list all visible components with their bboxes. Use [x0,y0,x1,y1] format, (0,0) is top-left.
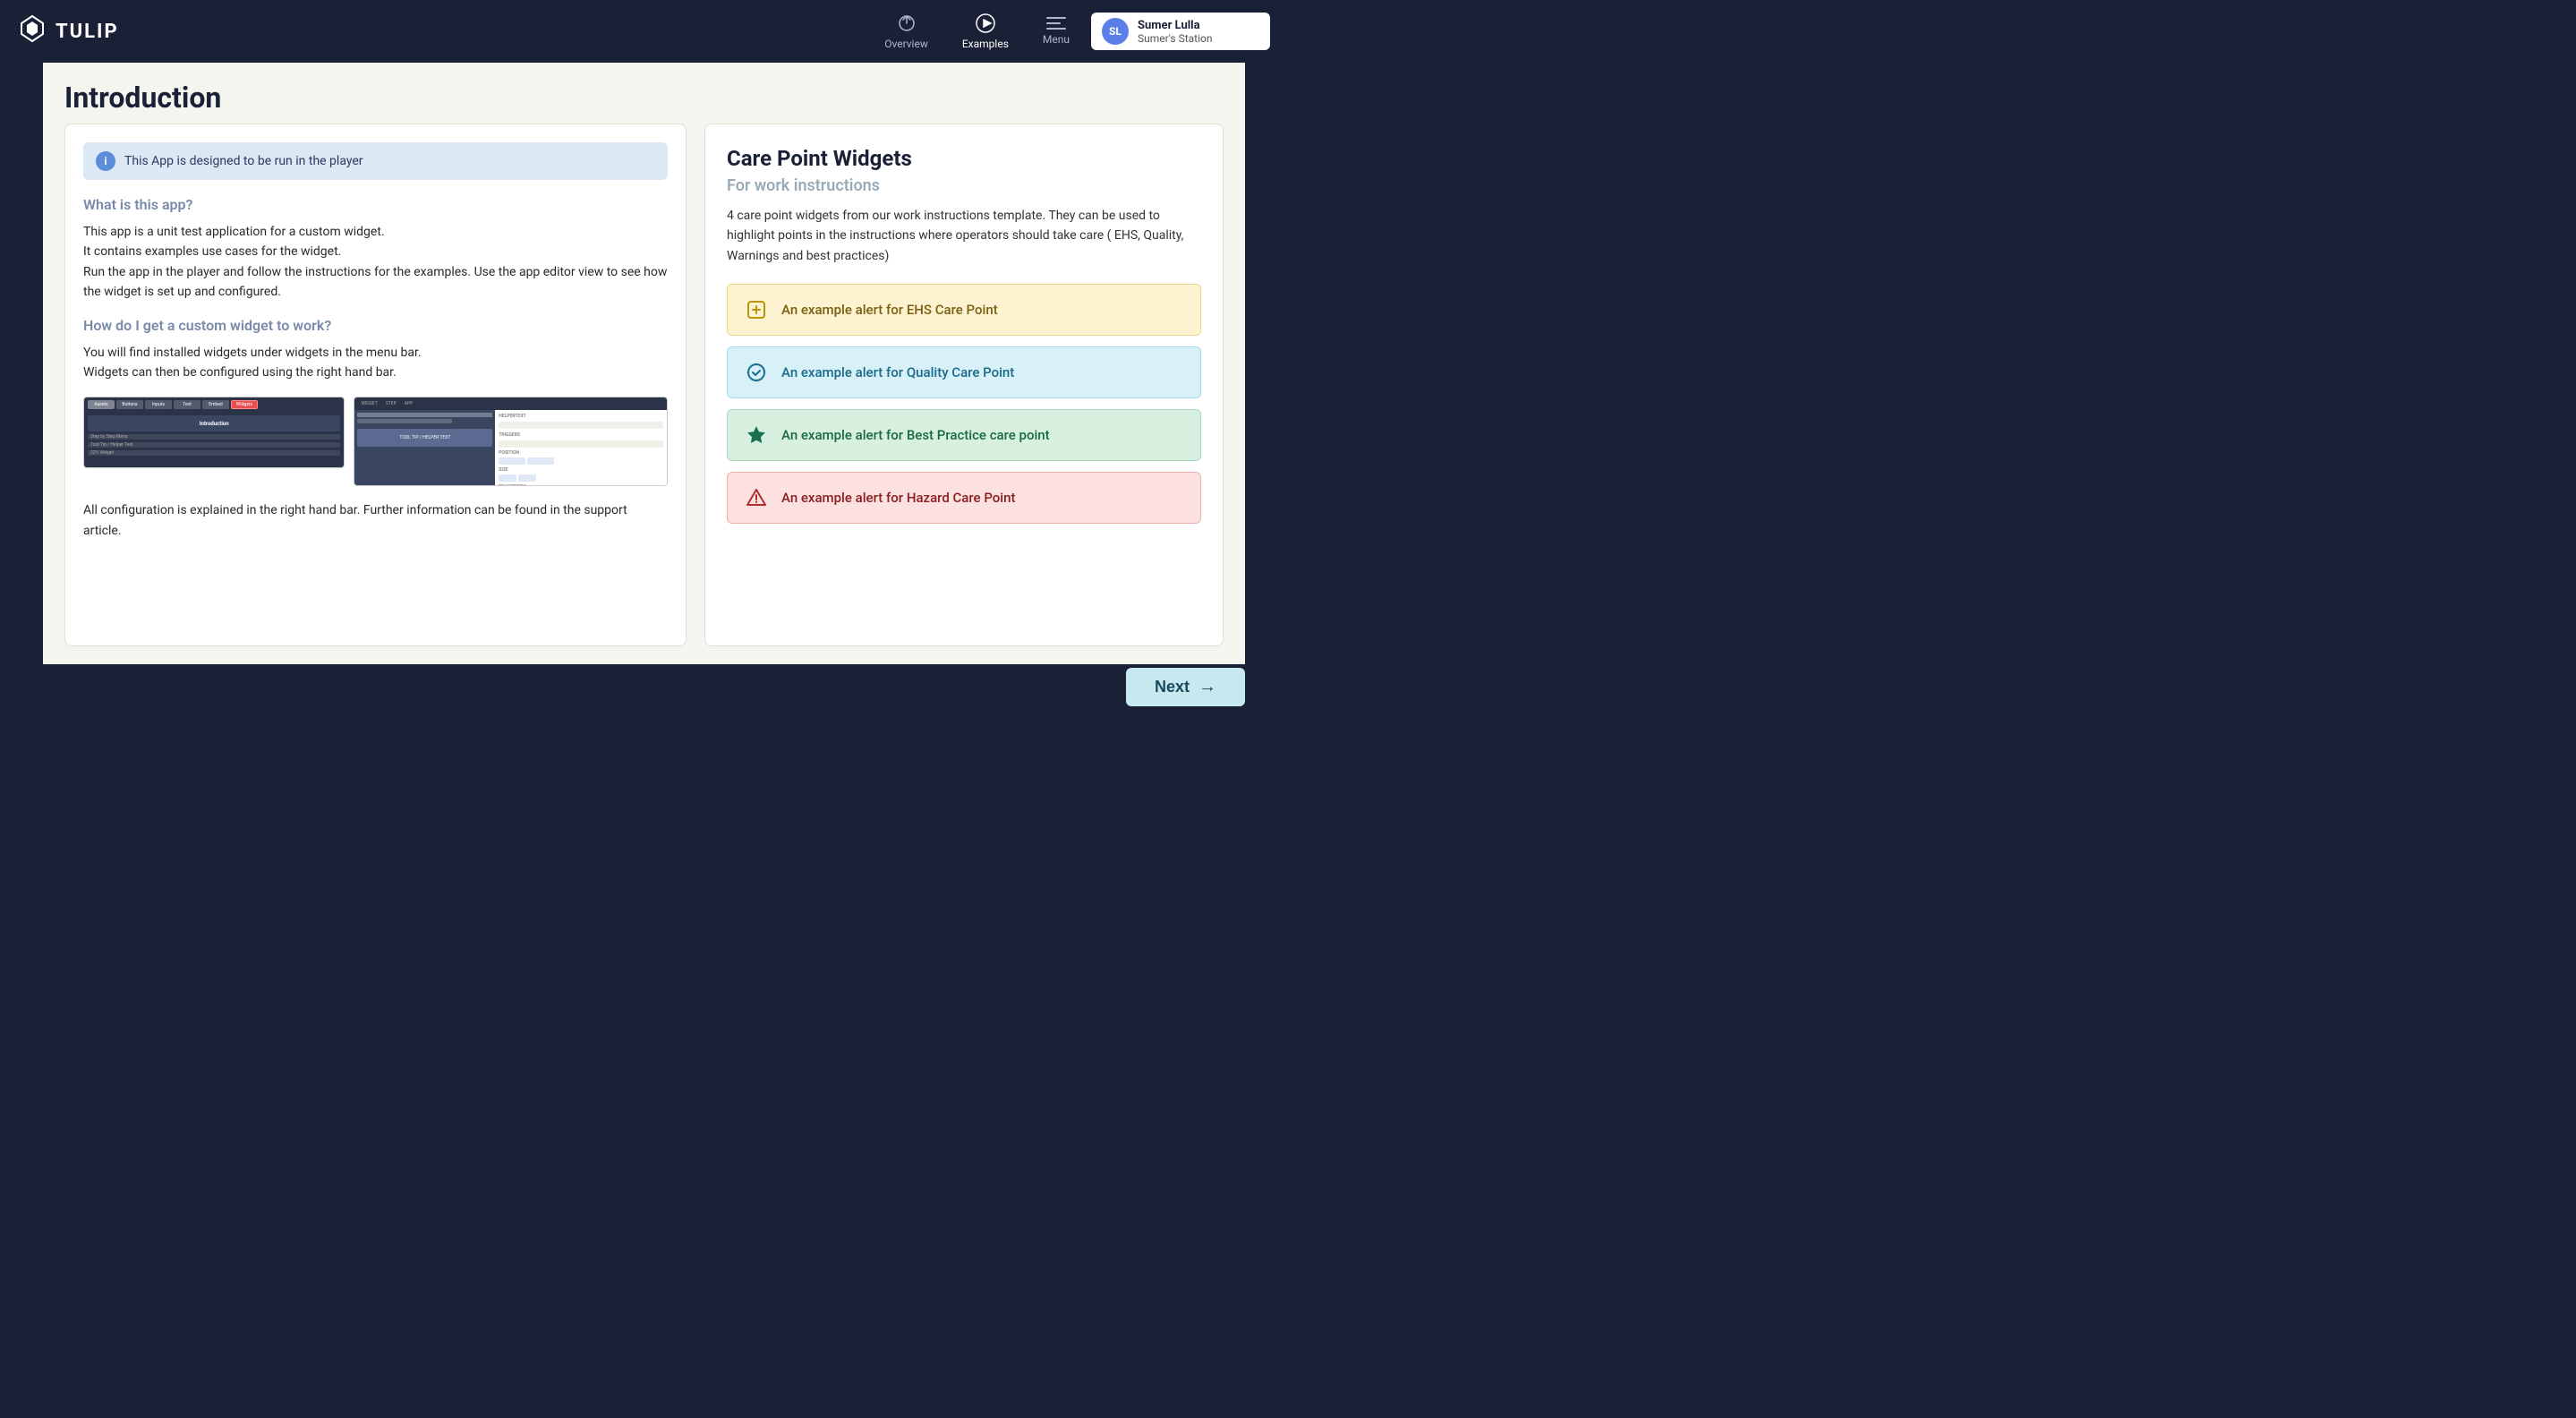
alert-ehs-text: An example alert for EHS Care Point [781,302,998,318]
config-body: All configuration is explained in the ri… [83,500,668,541]
what-is-body: This app is a unit test application for … [83,222,668,303]
alert-hazard[interactable]: An example alert for Hazard Care Point [727,472,1201,524]
right-panel: Care Point Widgets For work instructions… [704,124,1224,646]
ehs-icon [744,297,769,322]
nav-menu[interactable]: Menu [1030,12,1082,51]
hamburger-icon [1046,17,1066,30]
alert-quality-text: An example alert for Quality Care Point [781,364,1014,380]
info-banner: i This App is designed to be run in the … [83,142,668,180]
screenshots: Assets Buttons Inputs Text Embed Widgets… [83,397,668,486]
header-right: Overview Examples Menu SL Sumer Lulla [872,7,1270,56]
next-arrow-icon: → [1198,677,1216,697]
alert-ehs[interactable]: An example alert for EHS Care Point [727,284,1201,336]
alert-bestpractice-text: An example alert for Best Practice care … [781,427,1050,443]
nav-overview[interactable]: Overview [872,7,941,56]
alert-hazard-text: An example alert for Hazard Care Point [781,490,1015,506]
user-info: Sumer Lulla Sumer's Station [1138,19,1212,45]
bestpractice-icon [744,423,769,448]
user-area: SL Sumer Lulla Sumer's Station [1091,13,1270,50]
avatar: SL [1102,18,1129,45]
logo-text: TULIP [55,21,119,43]
care-description: 4 care point widgets from our work instr… [727,206,1201,266]
screenshot-2: WIDGET STEP APP TOOL TIP / HELPER TEXT [354,397,668,486]
content-columns: i This App is designed to be run in the … [43,124,1245,664]
user-name: Sumer Lulla [1138,19,1212,32]
screenshot-1: Assets Buttons Inputs Text Embed Widgets… [83,397,345,468]
care-title: Care Point Widgets [727,146,1201,171]
user-station: Sumer's Station [1138,32,1212,45]
quality-icon [744,360,769,385]
care-subtitle: For work instructions [727,176,1201,195]
alert-quality[interactable]: An example alert for Quality Care Point [727,346,1201,398]
footer: Next → [0,664,1288,709]
alert-bestpractice[interactable]: An example alert for Best Practice care … [727,409,1201,461]
nav-examples[interactable]: Examples [950,7,1021,56]
what-is-heading: What is this app? [83,196,668,213]
how-widget-body: You will find installed widgets under wi… [83,343,668,383]
logo-area: TULIP [18,14,119,48]
main-content: Introduction i This App is designed to b… [43,63,1245,664]
next-button[interactable]: Next → [1126,668,1245,706]
left-panel: i This App is designed to be run in the … [64,124,687,646]
tulip-logo-icon [18,14,47,48]
page-title: Introduction [43,63,1245,124]
hazard-icon [744,485,769,510]
how-widget-heading: How do I get a custom widget to work? [83,317,668,334]
header: TULIP Overview Examples Menu [0,0,1288,63]
info-icon: i [96,151,115,171]
